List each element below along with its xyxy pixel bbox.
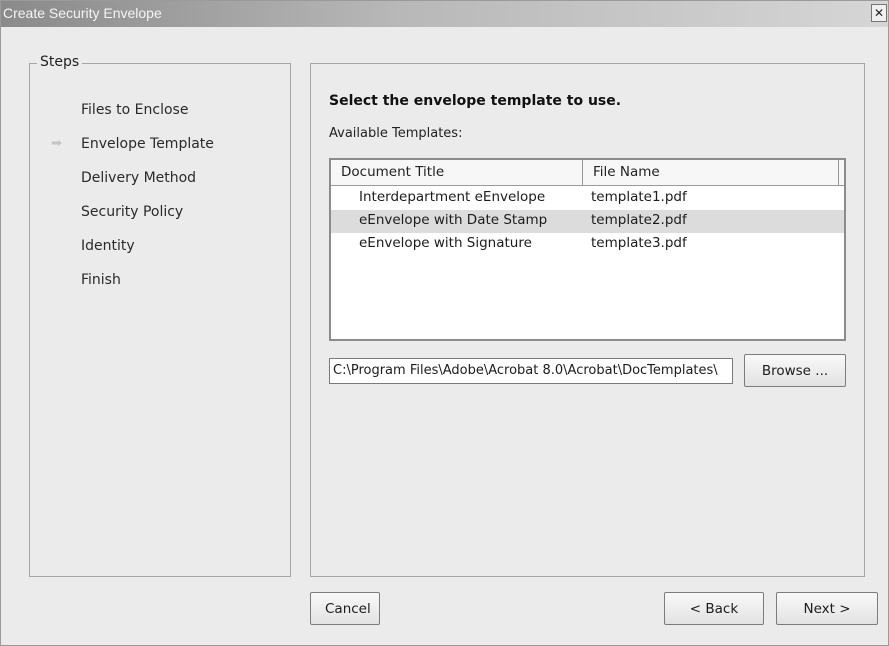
- templates-list[interactable]: Document Title File Name Interdepartment…: [329, 158, 846, 341]
- back-button[interactable]: < Back: [664, 592, 764, 625]
- next-button[interactable]: Next >: [776, 592, 878, 625]
- cancel-button[interactable]: Cancel: [310, 592, 380, 625]
- table-row[interactable]: Interdepartment eEnvelope template1.pdf: [331, 187, 844, 210]
- row-document-title: Interdepartment eEnvelope: [359, 189, 546, 205]
- step-identity: Identity: [81, 238, 135, 254]
- row-file-name: template1.pdf: [591, 189, 687, 205]
- column-header-file-name[interactable]: File Name: [583, 160, 839, 185]
- row-document-title: eEnvelope with Date Stamp: [359, 212, 548, 228]
- row-document-title: eEnvelope with Signature: [359, 235, 532, 251]
- step-files-to-enclose: Files to Enclose: [81, 102, 189, 118]
- available-templates-label: Available Templates:: [329, 126, 463, 141]
- step-delivery-method: Delivery Method: [81, 170, 197, 186]
- step-envelope-template: Envelope Template: [81, 136, 214, 152]
- close-button[interactable]: ✕: [871, 4, 887, 22]
- browse-button[interactable]: Browse ...: [744, 354, 846, 387]
- row-file-name: template2.pdf: [591, 212, 687, 228]
- title-bar[interactable]: Create Security Envelope ✕: [1, 1, 888, 27]
- step-finish: Finish: [81, 272, 121, 288]
- create-security-envelope-dialog: Create Security Envelope ✕ Steps ➡ Files…: [0, 0, 889, 646]
- template-path-field[interactable]: C:\Program Files\Adobe\Acrobat 8.0\Acrob…: [329, 358, 733, 384]
- table-row[interactable]: eEnvelope with Signature template3.pdf: [331, 233, 844, 256]
- table-row[interactable]: eEnvelope with Date Stamp template2.pdf: [331, 210, 844, 233]
- page-heading: Select the envelope template to use.: [329, 93, 622, 109]
- step-security-policy: Security Policy: [81, 204, 184, 220]
- row-file-name: template3.pdf: [591, 235, 687, 251]
- steps-legend: Steps: [37, 54, 83, 70]
- arrow-right-icon: ➡: [51, 136, 62, 151]
- list-header: Document Title File Name: [331, 160, 844, 186]
- window-title: Create Security Envelope: [3, 5, 162, 21]
- close-icon: ✕: [873, 6, 885, 20]
- column-header-document-title[interactable]: Document Title: [331, 160, 583, 185]
